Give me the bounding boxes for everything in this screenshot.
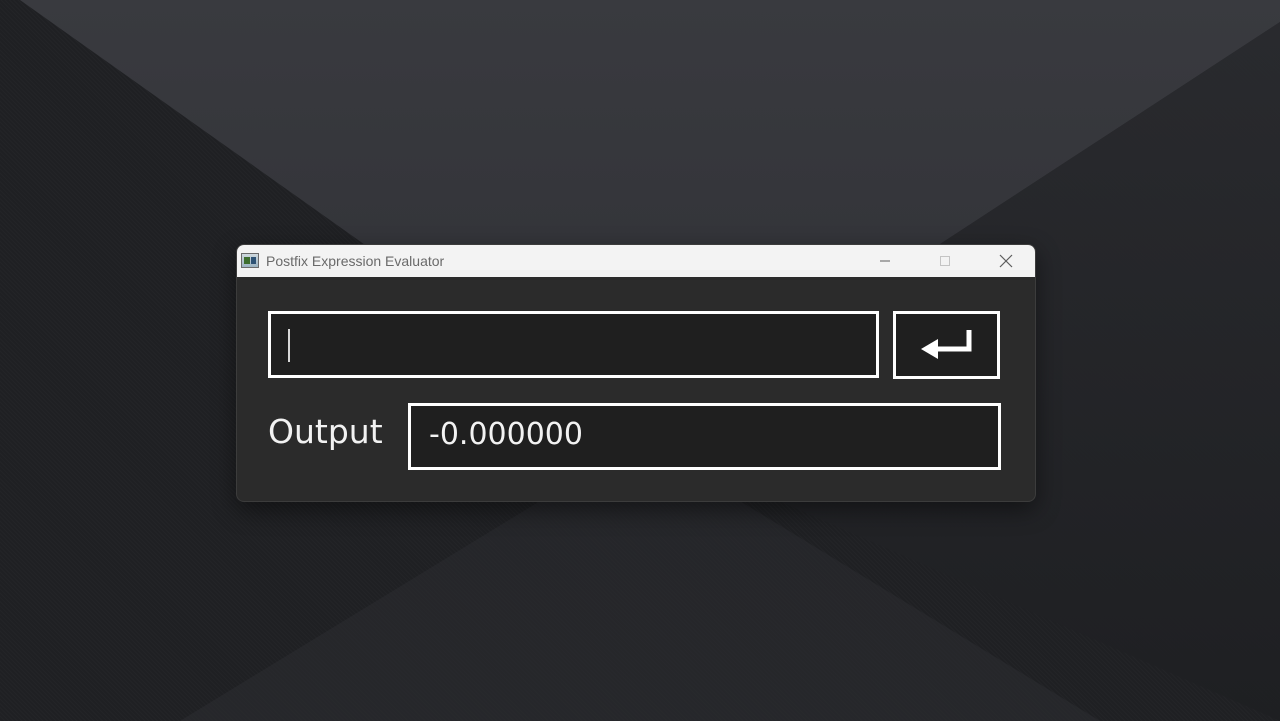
window-title: Postfix Expression Evaluator <box>266 253 445 269</box>
app-icon <box>241 253 259 268</box>
window-titlebar[interactable]: Postfix Expression Evaluator <box>237 245 1035 277</box>
app-window: Postfix Expression Evaluator Output -0.0… <box>236 244 1036 502</box>
close-button[interactable] <box>976 245 1035 277</box>
expression-input[interactable] <box>271 314 876 375</box>
minimize-button[interactable] <box>855 245 915 277</box>
text-caret <box>288 329 290 362</box>
expression-input-box[interactable] <box>268 311 879 378</box>
maximize-icon <box>940 256 950 266</box>
output-label: Output <box>268 412 383 451</box>
output-field: -0.000000 <box>408 403 1001 470</box>
close-icon <box>999 254 1013 268</box>
enter-return-arrow-icon <box>920 330 971 359</box>
enter-button[interactable] <box>893 311 1000 379</box>
output-value: -0.000000 <box>429 417 583 452</box>
maximize-button[interactable] <box>915 245 975 277</box>
minimize-icon <box>880 260 890 262</box>
